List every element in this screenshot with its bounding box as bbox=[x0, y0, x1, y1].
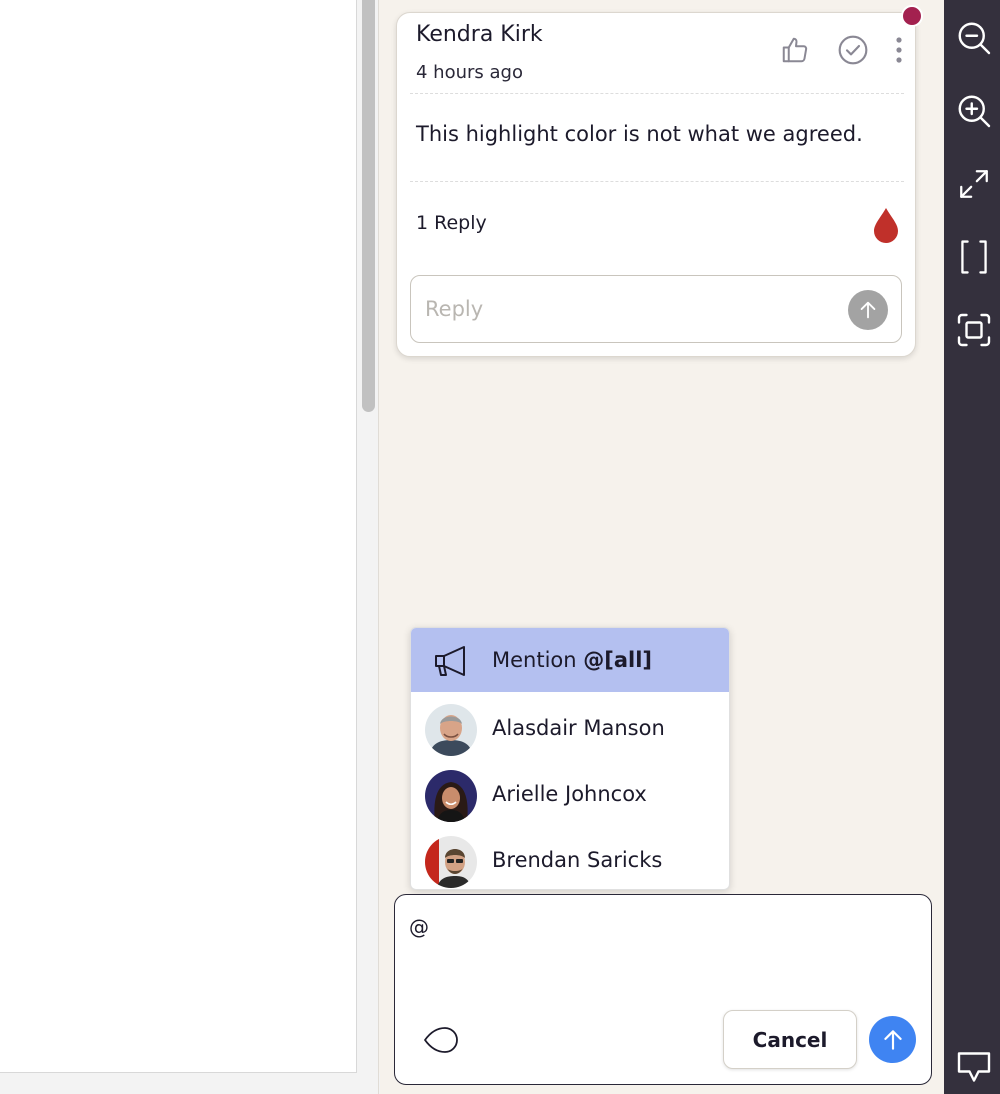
arrow-up-icon bbox=[860, 301, 876, 319]
mention-name: Alasdair Manson bbox=[492, 716, 665, 740]
megaphone-icon bbox=[435, 646, 465, 676]
mention-name: Brendan Saricks bbox=[492, 848, 663, 872]
thumbs-up-icon bbox=[782, 37, 808, 63]
comment-compose-box[interactable]: @ Cancel bbox=[394, 894, 932, 1085]
reply-send-button[interactable] bbox=[848, 290, 888, 330]
kebab-menu-icon bbox=[896, 37, 902, 63]
droplet-outline-icon bbox=[424, 1027, 458, 1053]
check-circle-icon bbox=[838, 35, 868, 65]
comment-author: Kendra Kirk bbox=[416, 22, 543, 47]
unread-indicator bbox=[901, 5, 923, 27]
comments-toggle-button[interactable] bbox=[955, 1048, 993, 1086]
fit-to-screen-button[interactable] bbox=[955, 311, 993, 349]
avatar bbox=[425, 836, 477, 888]
selection-bracket-button[interactable] bbox=[955, 238, 993, 276]
highlight-color-indicator bbox=[872, 207, 900, 243]
comments-icon bbox=[957, 1052, 991, 1082]
fit-frame-icon bbox=[957, 313, 991, 347]
comment-divider bbox=[410, 181, 904, 182]
reply-field[interactable] bbox=[410, 275, 902, 343]
comment-timestamp: 4 hours ago bbox=[416, 62, 523, 83]
like-button[interactable] bbox=[778, 33, 812, 67]
arrow-up-icon bbox=[883, 1029, 902, 1050]
zoom-in-button[interactable] bbox=[955, 92, 993, 130]
bracket-icon bbox=[961, 240, 987, 274]
compose-input[interactable]: @ bbox=[409, 915, 429, 939]
comment-body: This highlight color is not what we agre… bbox=[416, 122, 863, 146]
avatar bbox=[425, 770, 477, 822]
mention-all-label: Mention @[all] bbox=[492, 648, 652, 672]
zoom-out-button[interactable] bbox=[955, 19, 993, 57]
expand-icon bbox=[960, 170, 988, 198]
mention-all-tag: @[all] bbox=[583, 648, 653, 672]
mention-all-option[interactable]: Mention @[all] bbox=[411, 628, 729, 694]
more-options-button[interactable] bbox=[888, 32, 910, 68]
droplet-icon bbox=[874, 208, 898, 243]
mention-name: Arielle Johncox bbox=[492, 782, 647, 806]
mention-suggestions: Mention @[all] Alasdair Manson Arielle J bbox=[410, 627, 730, 890]
reply-input[interactable] bbox=[425, 294, 825, 324]
resolve-button[interactable] bbox=[835, 32, 871, 68]
submit-comment-button[interactable] bbox=[869, 1016, 916, 1063]
cancel-button[interactable]: Cancel bbox=[723, 1010, 857, 1069]
mention-option[interactable]: Brendan Saricks bbox=[411, 828, 729, 889]
mention-option[interactable]: Alasdair Manson bbox=[411, 696, 729, 762]
highlight-color-picker[interactable] bbox=[421, 1025, 461, 1055]
mention-all-prefix: Mention bbox=[492, 648, 584, 672]
reply-count-link[interactable]: 1 Reply bbox=[416, 212, 487, 234]
zoom-out-icon bbox=[958, 22, 991, 55]
avatar bbox=[425, 704, 477, 756]
document-horizontal-scroll[interactable] bbox=[0, 1073, 380, 1094]
mention-option[interactable]: Arielle Johncox bbox=[411, 762, 729, 828]
zoom-in-icon bbox=[958, 95, 991, 128]
fullscreen-button[interactable] bbox=[955, 165, 993, 203]
document-canvas[interactable] bbox=[0, 0, 357, 1073]
document-scrollbar-thumb[interactable] bbox=[362, 0, 375, 412]
comment-divider bbox=[410, 93, 904, 94]
